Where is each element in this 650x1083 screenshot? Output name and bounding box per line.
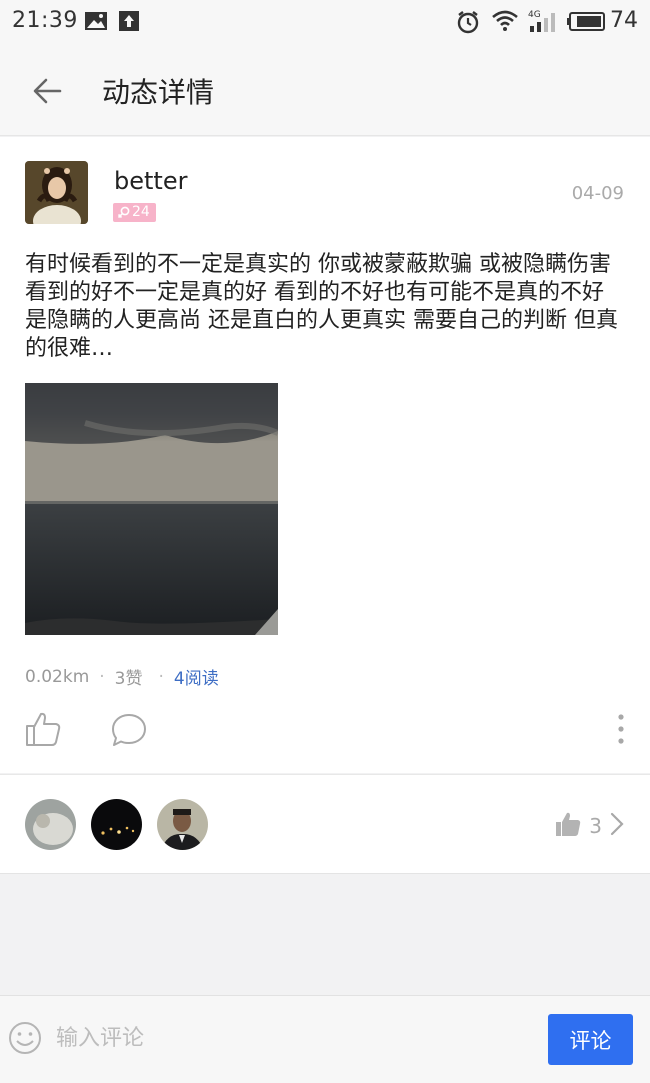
status-bar: 21:39 4G 74: [0, 0, 650, 44]
status-time: 21:39: [12, 8, 78, 33]
liker-avatar[interactable]: [91, 799, 142, 850]
back-arrow-icon[interactable]: [30, 74, 64, 108]
post-reads-count[interactable]: 4阅读: [174, 664, 219, 689]
meta-separator: ·: [99, 666, 105, 687]
signal-icon: 4G: [528, 8, 560, 38]
author-avatar[interactable]: [25, 161, 88, 224]
comment-bar: 评论: [0, 995, 650, 1083]
emoji-icon[interactable]: [8, 1021, 42, 1055]
like-count: 3: [589, 814, 602, 838]
chevron-right-icon: [610, 812, 624, 840]
badge-count: 24: [132, 204, 150, 220]
post-card: better 24 04-09 有时候看到的不一定是真实的 你或被蒙蔽欺骗 或被…: [0, 137, 650, 773]
page-header: 动态详情: [0, 44, 650, 136]
liker-avatar[interactable]: [25, 799, 76, 850]
post-meta: 0.02km · 3赞 · 4阅读: [25, 664, 219, 690]
upload-notification-icon: [118, 10, 140, 36]
comment-input[interactable]: [56, 1018, 526, 1058]
level-badge: 24: [113, 203, 156, 222]
thumbs-up-icon[interactable]: [25, 711, 61, 747]
battery-level: 74: [610, 8, 638, 33]
post-photo[interactable]: [25, 383, 278, 635]
alarm-icon: [456, 10, 480, 38]
post-distance: 0.02km: [25, 666, 90, 687]
comment-bubble-icon[interactable]: [111, 713, 147, 747]
page-title: 动态详情: [102, 76, 215, 109]
wifi-icon: [491, 10, 519, 36]
image-notification-icon: [84, 10, 108, 36]
female-symbol-icon: [117, 206, 130, 218]
author-name[interactable]: better: [114, 167, 187, 195]
more-options-icon[interactable]: [614, 713, 628, 745]
submit-comment-button[interactable]: 评论: [548, 1014, 633, 1065]
meta-separator: ·: [158, 666, 164, 687]
thumbs-up-filled-icon: [555, 811, 581, 841]
post-content: 有时候看到的不一定是真实的 你或被蒙蔽欺骗 或被隐瞒伤害 看到的好不一定是真的好…: [25, 252, 618, 361]
svg-text:4G: 4G: [528, 10, 541, 20]
post-likes-count: 3赞: [114, 669, 143, 689]
liker-avatar[interactable]: [157, 799, 208, 850]
post-date: 04-09: [571, 183, 624, 204]
like-summary[interactable]: 3: [555, 811, 624, 841]
likers-row[interactable]: 3: [0, 774, 650, 874]
battery-icon: [567, 12, 607, 36]
